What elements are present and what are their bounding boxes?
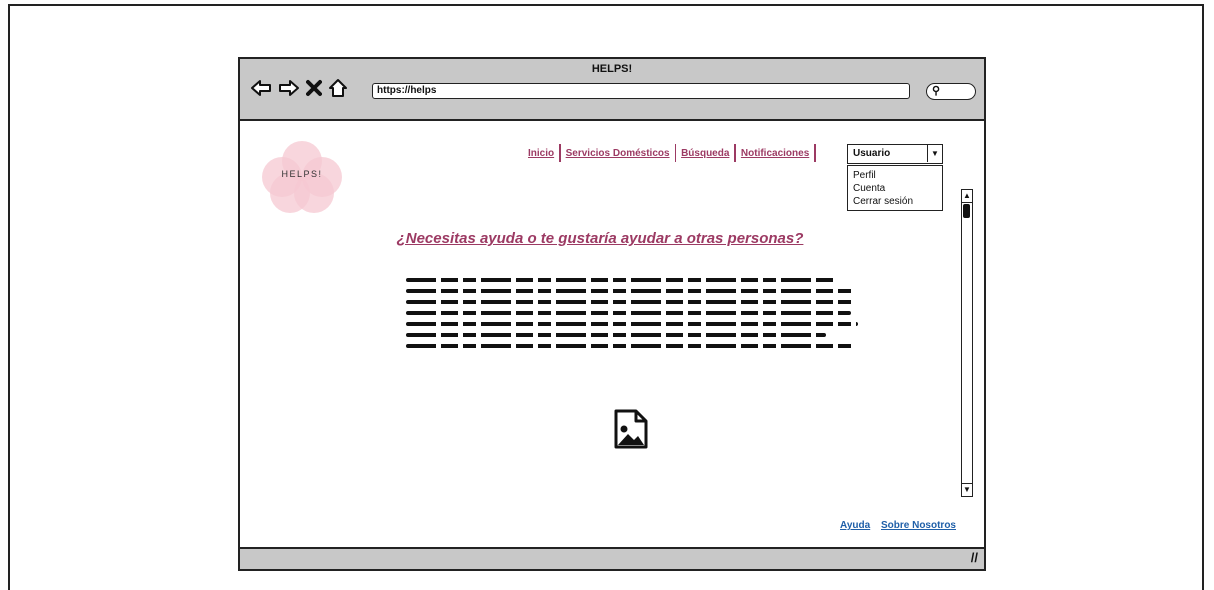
user-dropdown[interactable]: Usuario ▼: [847, 144, 943, 164]
browser-chrome: HELPS! https://helps ⚲: [240, 59, 984, 121]
logo-text: HELPS!: [281, 169, 323, 179]
search-icon: ⚲: [932, 85, 941, 97]
logo: HELPS!: [262, 141, 342, 213]
footer-links: Ayuda Sobre Nosotros: [840, 520, 964, 531]
back-icon[interactable]: [250, 78, 272, 103]
resize-grip-icon[interactable]: //: [971, 550, 978, 565]
page-headline[interactable]: ¿Necesitas ayuda o te gustaría ayudar a …: [240, 230, 960, 247]
url-bar[interactable]: https://helps: [372, 83, 910, 99]
scroll-down-icon[interactable]: ▼: [962, 483, 972, 496]
browser-window: HELPS! https://helps ⚲ HELPS! Inicio Ser…: [238, 57, 986, 571]
user-dropdown-value: Usuario: [853, 148, 891, 159]
menu-item-cuenta[interactable]: Cuenta: [853, 182, 942, 195]
nav-notificaciones[interactable]: Notificaciones: [736, 148, 814, 159]
status-bar: //: [240, 547, 984, 569]
menu-item-cerrar-sesion[interactable]: Cerrar sesión: [853, 195, 942, 208]
nav-separator: [814, 144, 816, 162]
menu-item-perfil[interactable]: Perfil: [853, 169, 942, 182]
home-icon[interactable]: [328, 78, 348, 103]
footer-link-ayuda[interactable]: Ayuda: [840, 520, 870, 531]
nav-busqueda[interactable]: Búsqueda: [676, 148, 734, 159]
vertical-scrollbar[interactable]: ▲ ▼: [961, 189, 973, 497]
user-dropdown-menu: Perfil Cuenta Cerrar sesión: [847, 165, 943, 211]
scroll-thumb[interactable]: [963, 204, 970, 218]
nav-inicio[interactable]: Inicio: [523, 148, 559, 159]
footer-link-sobre-nosotros[interactable]: Sobre Nosotros: [881, 520, 956, 531]
window-title: HELPS!: [591, 63, 633, 75]
forward-icon[interactable]: [278, 78, 300, 103]
image-file-icon: [614, 409, 648, 449]
nav-servicios-domesticos[interactable]: Servicios Domésticos: [561, 148, 675, 159]
top-nav: Inicio Servicios Domésticos Búsqueda Not…: [523, 144, 816, 162]
close-icon[interactable]: [306, 79, 322, 102]
chevron-down-icon[interactable]: ▼: [927, 145, 942, 162]
search-button[interactable]: ⚲: [926, 83, 976, 100]
placeholder-paragraph: [406, 278, 858, 355]
scroll-up-icon[interactable]: ▲: [962, 190, 972, 203]
